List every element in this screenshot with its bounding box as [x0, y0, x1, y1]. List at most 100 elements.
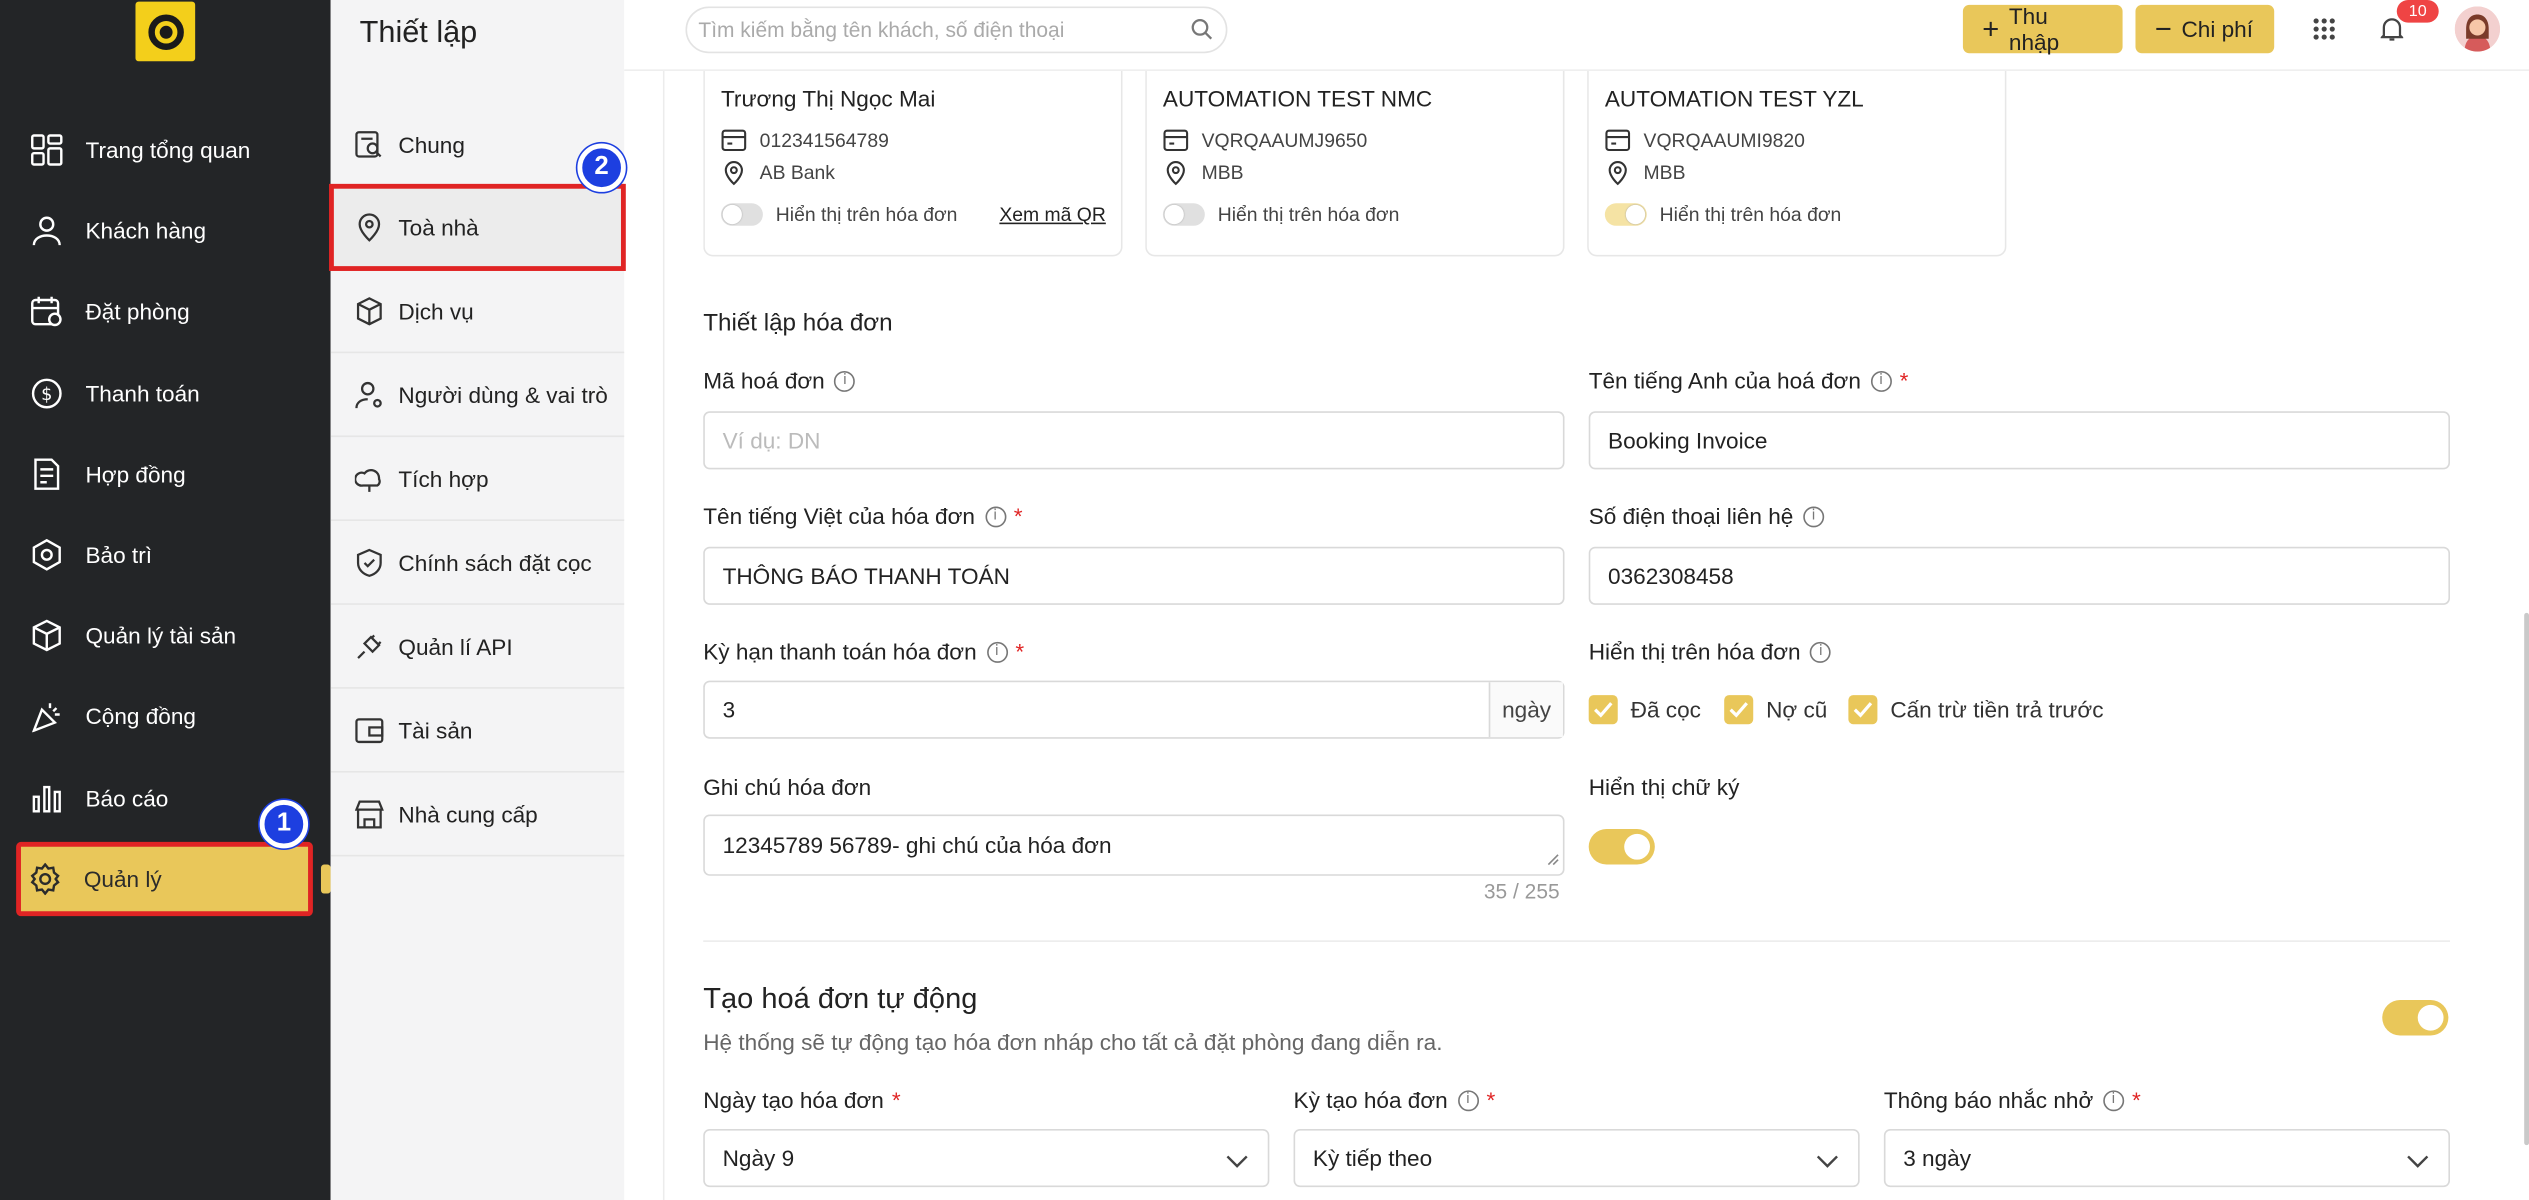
settings-item-deposit-policy[interactable]: Chính sách đặt cọc: [330, 521, 625, 605]
sidebar-item-booking[interactable]: Đặt phòng: [19, 276, 313, 347]
settings-item-services[interactable]: Dịch vụ: [330, 269, 625, 354]
show-on-invoice-toggle[interactable]: [720, 203, 763, 226]
user-settings-icon: [353, 378, 385, 410]
location-pin-icon: [1605, 160, 1631, 186]
settings-item-label: Người dùng & vai trò: [398, 381, 608, 408]
bank-account-card: AUTOMATION TEST NMC VQRQAAUMJ9650 MBB Hi…: [1145, 70, 1565, 257]
info-icon[interactable]: i: [1810, 641, 1832, 663]
expense-button[interactable]: − Chi phí: [2135, 4, 2275, 54]
checkmark-icon: [1724, 695, 1754, 725]
show-on-invoice-toggle[interactable]: [1604, 203, 1647, 226]
calendar-icon: [29, 294, 64, 329]
income-button-label: Thu nhập: [2008, 3, 2060, 55]
sidebar-item-community[interactable]: Cộng đồng: [19, 681, 313, 752]
bank-account-number: 012341564789: [759, 129, 889, 152]
settings-item-suppliers[interactable]: Nhà cung cấp: [330, 773, 625, 857]
reminder-select[interactable]: 3 ngày: [1883, 1129, 2450, 1188]
info-icon[interactable]: i: [2102, 1089, 2124, 1111]
toggle-label: Hiển thị trên hóa đơn: [1659, 203, 1842, 226]
vietnamese-name-input[interactable]: THÔNG BÁO THANH TOÁN: [703, 546, 1565, 605]
info-icon[interactable]: i: [1870, 370, 1892, 392]
app-logo[interactable]: [135, 1, 196, 62]
settings-item-users-roles[interactable]: Người dùng & vai trò: [330, 353, 625, 438]
sidebar-item-dashboard[interactable]: Trang tổng quan: [19, 115, 313, 186]
plug-icon: [353, 630, 385, 662]
settings-item-building[interactable]: Toà nhà: [329, 183, 626, 271]
contract-icon: [29, 456, 64, 491]
phone-input[interactable]: 0362308458: [1588, 546, 2450, 605]
english-name-input[interactable]: Booking Invoice: [1588, 411, 2450, 470]
sidebar-item-label: Báo cáo: [85, 785, 169, 812]
create-day-select[interactable]: Ngày 9: [703, 1129, 1270, 1188]
old-debt-checkbox[interactable]: Nợ cũ: [1724, 695, 1827, 725]
settings-item-label: Tài sản: [398, 716, 473, 743]
settings-item-assets[interactable]: Tài sản: [330, 689, 625, 773]
phone-label: Số điện thoại liên hệ i: [1589, 503, 1824, 529]
prepayment-deduction-checkbox[interactable]: Cấn trừ tiền trả trước: [1848, 695, 2104, 725]
info-icon[interactable]: i: [984, 505, 1006, 527]
box-icon: [29, 618, 64, 653]
required-mark: *: [2132, 1087, 2141, 1113]
info-icon[interactable]: i: [1457, 1089, 1479, 1111]
invoice-display-row: Hiển thị trên hóa đơn: [1162, 203, 1399, 226]
income-button[interactable]: + Thu nhập: [1962, 3, 2123, 55]
apps-grid-icon[interactable]: [2313, 18, 2336, 49]
sidebar-item-label: Hợp đồng: [85, 461, 186, 488]
settings-item-integration[interactable]: Tích hợp: [330, 437, 625, 521]
main-sidebar: Trang tổng quan Khách hàng Đặt phòng $ T…: [0, 0, 331, 1200]
bank-name-row: MBB: [1163, 160, 1244, 186]
chevron-down-icon: [1226, 1148, 1249, 1174]
label-text: Thông báo nhắc nhở: [1883, 1087, 2094, 1113]
document-search-icon: [353, 128, 385, 160]
info-icon[interactable]: i: [1803, 505, 1824, 527]
sidebar-item-payment[interactable]: $ Thanh toán: [19, 358, 313, 429]
top-bar: + Thu nhập − Chi phí 10: [624, 0, 2529, 71]
resize-handle-icon[interactable]: [1547, 845, 1560, 871]
sidebar-item-label: Cộng đồng: [85, 703, 196, 730]
auto-invoice-title: Tạo hoá đơn tự động: [703, 982, 978, 1015]
sidebar-item-management[interactable]: Quản lý: [16, 841, 313, 917]
deposit-checkbox[interactable]: Đã cọc: [1588, 695, 1701, 725]
shield-check-icon: [353, 546, 385, 578]
search-input[interactable]: [698, 17, 1183, 42]
label-text: Kỳ hạn thanh toán hóa đơn: [703, 638, 977, 665]
settings-item-api[interactable]: Quản lí API: [330, 605, 625, 689]
store-icon: [353, 798, 385, 830]
bank-name: MBB: [1643, 161, 1686, 184]
toggle-label: Hiển thị trên hóa đơn: [775, 203, 958, 226]
search-icon[interactable]: [1190, 18, 1213, 45]
invoice-note-value: 12345789 56789- ghi chú của hóa đơn: [722, 832, 1112, 859]
checkbox-label: Đã cọc: [1630, 696, 1701, 723]
bank-account-number-row: 012341564789: [721, 127, 889, 153]
bank-account-number: VQRQAAUMI9820: [1643, 129, 1805, 152]
settings-item-label: Chung: [398, 131, 465, 158]
checkmark-icon: [1848, 695, 1878, 725]
signature-toggle[interactable]: [1588, 829, 1655, 865]
payment-term-unit: ngày: [1488, 682, 1563, 738]
settings-item-label: Nhà cung cấp: [398, 800, 538, 827]
invoice-code-input[interactable]: Ví dụ: DN: [703, 411, 1565, 470]
payment-term-input[interactable]: 3 ngày: [703, 680, 1565, 739]
period-select[interactable]: Kỳ tiếp theo: [1293, 1129, 1860, 1188]
auto-invoice-toggle[interactable]: [2382, 999, 2449, 1036]
sidebar-item-contract[interactable]: Hợp đồng: [19, 439, 313, 510]
info-icon[interactable]: i: [834, 370, 856, 392]
settings-item-label: Dịch vụ: [398, 297, 474, 324]
bell-icon[interactable]: [2379, 16, 2405, 50]
info-icon[interactable]: i: [986, 641, 1008, 663]
chevron-down-icon: [2406, 1148, 2429, 1174]
bank-name: AB Bank: [759, 161, 836, 184]
view-qr-link[interactable]: Xem mã QR: [999, 203, 1105, 226]
sidebar-item-label: Quản lý: [83, 866, 162, 892]
card-icon: [1605, 127, 1631, 153]
show-on-invoice-toggle[interactable]: [1162, 203, 1205, 226]
avatar[interactable]: [2454, 6, 2500, 52]
sidebar-item-assets[interactable]: Quản lý tài sản: [19, 600, 313, 671]
required-mark: *: [1486, 1087, 1496, 1113]
settings-sidebar: Thiết lập Chung Toà nhà Dịch vụ Người dù…: [329, 0, 626, 1200]
invoice-note-textarea[interactable]: 12345789 56789- ghi chú của hóa đơn: [703, 814, 1565, 876]
scrollbar[interactable]: [2524, 612, 2529, 1146]
sidebar-item-customers[interactable]: Khách hàng: [19, 195, 313, 266]
sidebar-item-maintenance[interactable]: Bảo trì: [19, 519, 313, 590]
checkbox-label: Cấn trừ tiền trả trước: [1890, 696, 2104, 723]
